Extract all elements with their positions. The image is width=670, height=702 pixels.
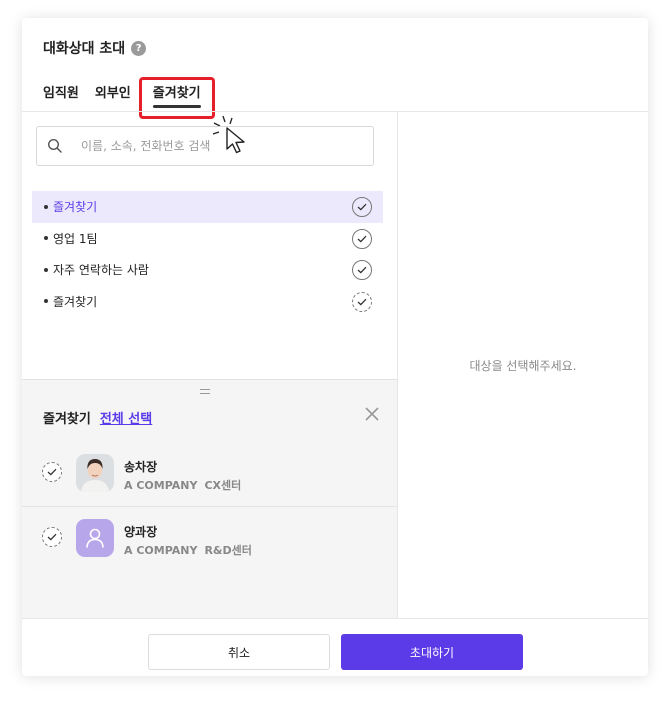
bullet <box>44 204 48 209</box>
check-circle-icon[interactable] <box>352 260 372 280</box>
selected-group-panel: 즐겨찾기 전체 선택 송차장 A COMPANY CX센터 양과장 A COMP… <box>22 379 397 618</box>
question-circle-icon[interactable]: ? <box>131 40 147 56</box>
check-circle-icon[interactable] <box>42 462 62 482</box>
search-icon <box>47 138 62 153</box>
member-row[interactable]: 양과장 A COMPANY R&D센터 <box>22 506 397 570</box>
check-circle-icon[interactable] <box>42 527 62 547</box>
close-icon[interactable] <box>365 407 379 421</box>
dialog-title: 대화상대 초대 ? <box>43 38 147 58</box>
group-item-favorites-2[interactable]: 즐겨찾기 <box>32 286 383 318</box>
check-circle-icon[interactable] <box>352 291 372 312</box>
member-org: A COMPANY R&D센터 <box>124 542 252 558</box>
group-label: 즐겨찾기 <box>53 200 98 215</box>
member-org: A COMPANY CX센터 <box>124 477 241 493</box>
drag-handle[interactable] <box>200 389 210 394</box>
bullet <box>44 267 48 272</box>
search-box[interactable] <box>36 126 374 166</box>
group-item-favorites[interactable]: 즐겨찾기 <box>32 191 383 223</box>
group-label: 영업 1팀 <box>53 231 98 246</box>
left-pane: 즐겨찾기 영업 1팀 자주 연락하는 사람 <box>22 112 397 618</box>
member-department: CX센터 <box>204 479 242 492</box>
selected-group-header: 즐겨찾기 전체 선택 <box>43 408 152 427</box>
invite-button[interactable]: 초대하기 <box>341 634 523 670</box>
member-name: 양과장 <box>124 525 158 539</box>
group-item-frequent-contacts[interactable]: 자주 연락하는 사람 <box>32 254 383 286</box>
member-company: A COMPANY <box>124 479 198 492</box>
member-row[interactable]: 송차장 A COMPANY CX센터 <box>22 442 397 506</box>
invite-dialog: 대화상대 초대 ? 임직원 외부인 즐겨찾기 즐겨찾기 <box>22 18 648 676</box>
tab-external[interactable]: 외부인 <box>95 82 131 112</box>
tab-favorites[interactable]: 즐겨찾기 <box>152 82 201 112</box>
member-department: R&D센터 <box>204 544 252 557</box>
tab-employees[interactable]: 임직원 <box>43 82 79 112</box>
default-user-avatar <box>76 519 114 557</box>
cancel-button[interactable]: 취소 <box>148 634 330 670</box>
group-label: 자주 연락하는 사람 <box>53 263 149 278</box>
group-label: 즐겨찾기 <box>53 294 98 309</box>
member-company: A COMPANY <box>124 544 198 557</box>
tab-bar: 임직원 외부인 즐겨찾기 <box>43 82 217 112</box>
right-pane: 대상을 선택해주세요. <box>397 112 648 618</box>
check-circle-icon[interactable] <box>352 197 372 217</box>
bullet <box>44 236 48 241</box>
select-all-link[interactable]: 전체 선택 <box>100 408 152 427</box>
empty-selection-message: 대상을 선택해주세요. <box>469 358 577 373</box>
bullet <box>44 299 48 304</box>
dialog-title-text: 대화상대 초대 <box>43 41 126 57</box>
member-name: 송차장 <box>124 460 158 474</box>
selected-group-title: 즐겨찾기 <box>43 412 91 427</box>
search-input[interactable] <box>81 127 373 165</box>
group-item-sales-team[interactable]: 영업 1팀 <box>32 223 383 255</box>
favorite-group-list: 즐겨찾기 영업 1팀 자주 연락하는 사람 즐겨찾기 <box>32 191 383 317</box>
check-circle-icon[interactable] <box>352 228 372 249</box>
photo-avatar <box>76 454 114 492</box>
dialog-footer: 취소 초대하기 <box>22 618 648 676</box>
